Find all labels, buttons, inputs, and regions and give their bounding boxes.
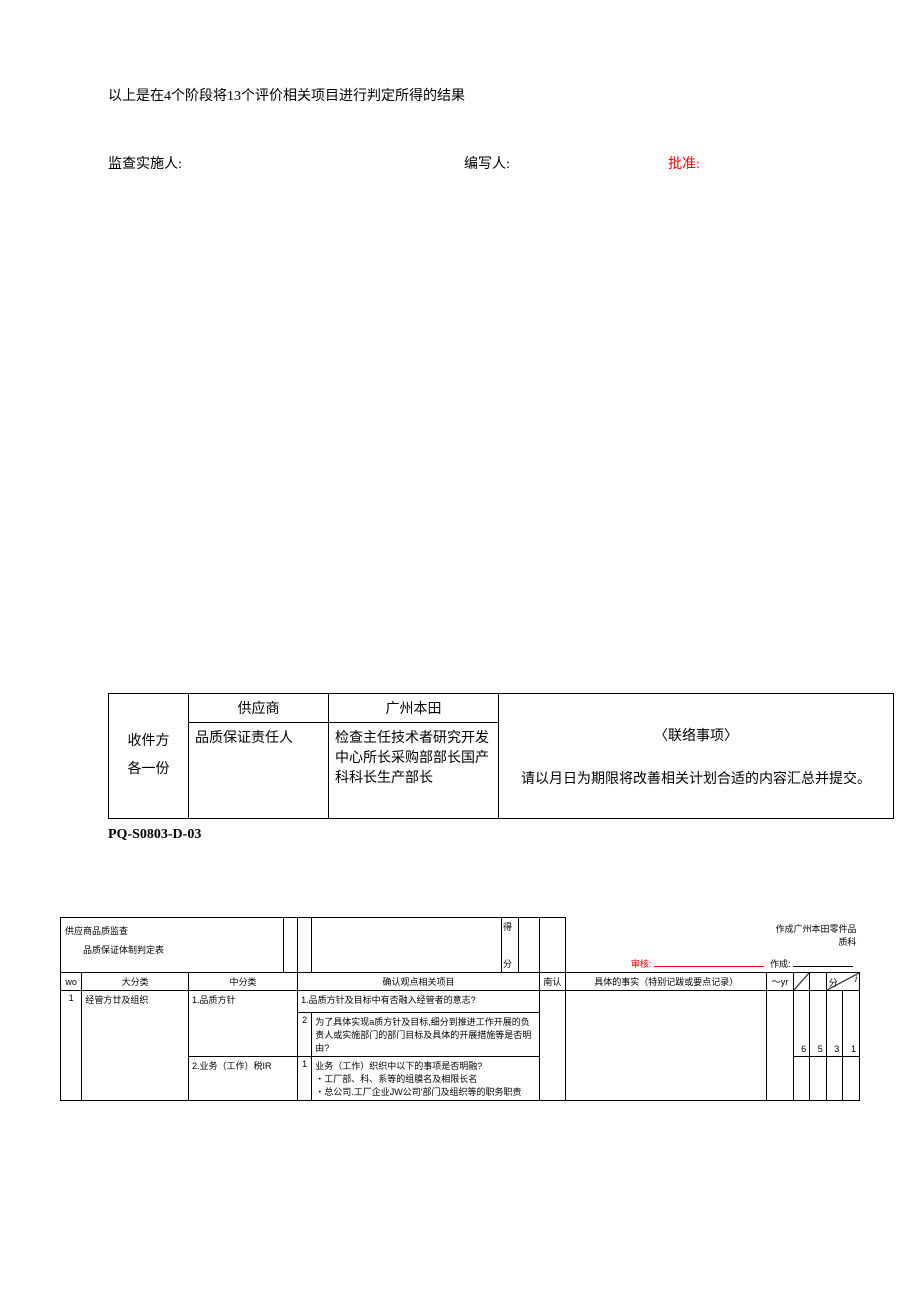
score3: 3: [826, 991, 843, 1057]
doc-number: PQ-S0803-D-03: [108, 827, 920, 843]
zuocheng-label: 作成:: [770, 959, 791, 969]
de-label: 得: [503, 920, 517, 933]
cat1-cell: 经管方廿及组织: [82, 991, 189, 1101]
summary-text: 以上是在4个阶段将13个评价相关项目进行判定所得的结果: [108, 85, 812, 105]
upper-section: 以上是在4个阶段将13个评价相关项目进行判定所得的结果 监查实施人: 编写人: …: [0, 0, 920, 173]
contact-label: 〈联络事项〉: [509, 724, 883, 749]
yr-cell: [767, 991, 793, 1101]
score1: 1: [843, 991, 860, 1057]
header-row: wo 大分类 中分类 确认观点相关项目 南认 具体的事实（特别记跋或要点记录） …: [61, 973, 860, 991]
blank-cell: [312, 918, 502, 973]
blank-cell: [518, 918, 539, 973]
col-yr: 〜yr: [767, 973, 793, 991]
approver-label: 批准:: [668, 153, 700, 173]
col-blank2: [810, 973, 827, 991]
col-fact: 具体的事实（特别记跋或要点记录）: [565, 973, 767, 991]
i-label: i: [855, 974, 857, 984]
s4: [843, 1057, 860, 1101]
blank-cell: [298, 918, 312, 973]
ghonda-header: 广州本田: [329, 694, 499, 723]
item3-no: 1: [298, 1057, 312, 1101]
cat2b-cell: 2.业务（工作）税IR: [189, 1057, 298, 1101]
supplier-header: 供应商: [189, 694, 329, 723]
shenhe-label: 审核:: [631, 959, 652, 969]
score-label-cell: 得 分: [501, 918, 518, 973]
no-cell: 1: [61, 991, 82, 1101]
contact-box-table: 收件方 各一份 供应商 广州本田 〈联络事项〉 请以月日为期限将改善相关计划合适…: [108, 693, 894, 819]
supplier-role: 品质保证责任人: [189, 723, 329, 819]
fact-cell: [565, 991, 767, 1101]
title2: 品质保证体制判定表: [65, 943, 279, 956]
deadline-text: 请以月日为期限将改善相关计划合适的内容汇总并提交。: [509, 768, 883, 788]
cat2a-cell: 1.品质方针: [189, 991, 298, 1057]
lower-section: 供应商品质监查 品质保证体制判定表 得 分 作成广州本田零件品质科 审核:: [60, 917, 860, 1101]
blank-cell: [565, 918, 767, 953]
s1: [793, 1057, 810, 1101]
writer-label: 编写人:: [464, 153, 668, 173]
item1-cell: 1.品质方针及目标中有否融入经管者的意志?: [298, 991, 540, 1013]
contact-cell: 〈联络事项〉 请以月日为期限将改善相关计划合适的内容汇总并提交。: [499, 694, 894, 819]
table-row: 1 经管方廿及组织 1.品质方针 1.品质方针及目标中有否融入经管者的意志? 6…: [61, 991, 860, 1013]
table-row: 供应商品质监查 品质保证体制判定表 得 分 作成广州本田零件品质科: [61, 918, 860, 953]
item2-no: 2: [298, 1013, 312, 1057]
blank-cell: [539, 918, 565, 973]
page: 以上是在4个阶段将13个评价相关项目进行判定所得的结果 监查实施人: 编写人: …: [0, 0, 920, 1301]
col-no: wo: [61, 973, 82, 991]
title1: 供应商品质监查: [65, 924, 279, 937]
item3-cell: 业务（工作）织织中以下的事项是否明融? ・工厂部、科、系等的组膜名及相限长名 ・…: [312, 1057, 540, 1101]
col-cat1: 大分类: [82, 973, 189, 991]
table-row: 收件方 各一份 供应商 广州本田 〈联络事项〉 请以月日为期限将改善相关计划合适…: [109, 694, 894, 723]
fen-label: 分: [503, 957, 517, 970]
confirm-cell: [539, 991, 565, 1101]
col-item: 确认观点相关项目: [298, 973, 540, 991]
s3: [826, 1057, 843, 1101]
ghonda-roles: 检查主任技术者研究开发中心所长采购部部长国产科科长生产部长: [329, 723, 499, 819]
s2: [810, 1057, 827, 1101]
score6: 6: [793, 991, 810, 1057]
blank-cell: [283, 918, 297, 973]
col-blank1: [793, 973, 810, 991]
item2-cell: 为了具体实现a质方针及目标,细分到推进工作开展的负责人或实施部门的部门目标及具体…: [312, 1013, 540, 1057]
detail-table: 供应商品质监查 品质保证体制判定表 得 分 作成广州本田零件品质科 审核:: [60, 917, 860, 1101]
recipient-text: 收件方 各一份: [115, 728, 182, 784]
madeby-label: 作成广州本田零件品质科: [767, 918, 860, 953]
score5: 5: [810, 991, 827, 1057]
fen-hdr: 分: [829, 976, 838, 989]
col-score-head: i 分: [826, 973, 859, 991]
title-cell: 供应商品质监查 品质保证体制判定表: [61, 918, 284, 973]
shenhe-line: [654, 966, 764, 967]
signature-row: 监查实施人: 编写人: 批准:: [108, 153, 812, 173]
shenhe-cell: 审核:: [565, 952, 767, 972]
col-confirm: 南认: [539, 973, 565, 991]
recipient-cell: 收件方 各一份: [109, 694, 189, 819]
cat2b-text: 2.业务（工作）税IR: [192, 1059, 294, 1072]
zuocheng-line: [793, 966, 853, 967]
col-cat2: 中分类: [189, 973, 298, 991]
zuocheng-cell: 作成:: [767, 952, 860, 972]
spacer: [0, 173, 920, 693]
inspector-label: 监查实施人:: [108, 153, 464, 173]
